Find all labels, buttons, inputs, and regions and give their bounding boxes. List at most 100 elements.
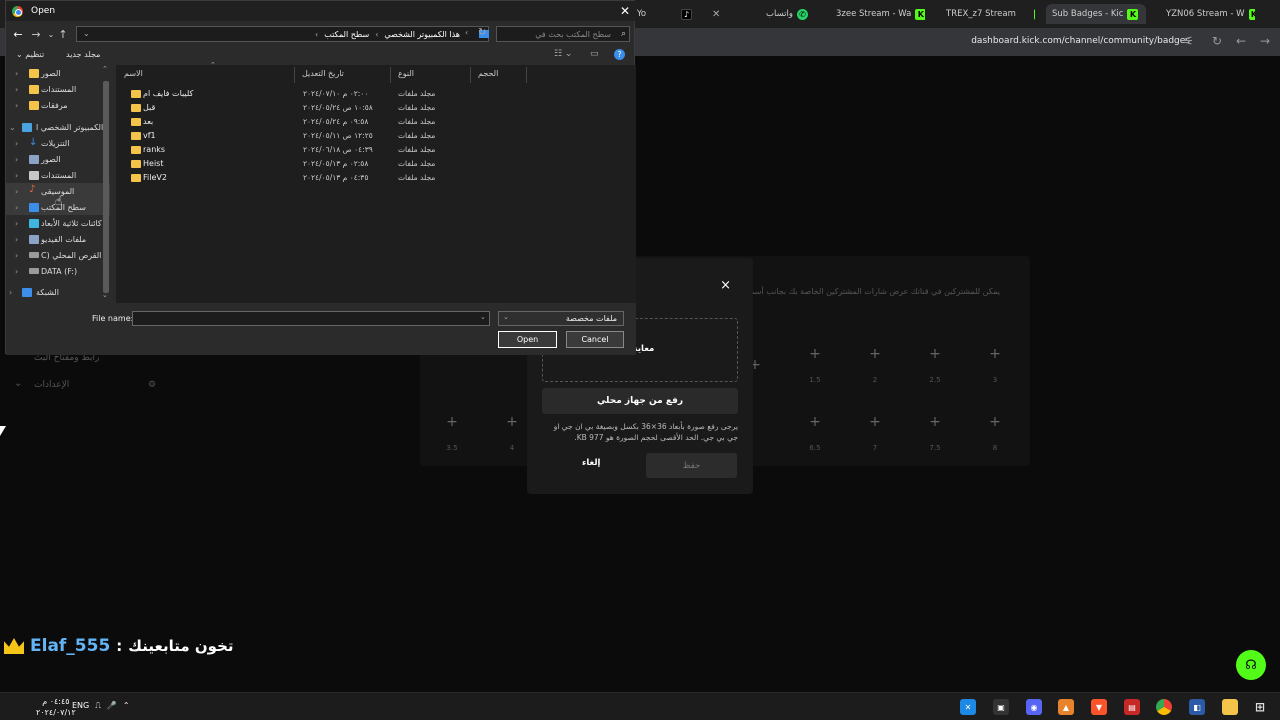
nav-item-documents-pc[interactable]: › المستندات xyxy=(6,167,110,183)
refresh-icon[interactable]: ↻ xyxy=(478,27,486,38)
chevron-right-icon[interactable]: › xyxy=(15,101,18,110)
discord-icon[interactable]: ◉ xyxy=(1026,699,1042,715)
windows-start-icon[interactable]: ⊞ xyxy=(1252,699,1268,715)
file-explorer-icon[interactable] xyxy=(1222,699,1238,715)
chrome-icon[interactable] xyxy=(1156,699,1172,715)
chevron-right-icon[interactable]: › xyxy=(15,267,18,276)
close-icon[interactable]: × xyxy=(720,278,731,293)
column-divider[interactable] xyxy=(294,67,295,83)
badge-slot[interactable]: +2 xyxy=(855,340,895,390)
brave-icon[interactable]: ▼ xyxy=(1091,699,1107,715)
chevron-right-icon[interactable]: › xyxy=(15,139,18,148)
file-row[interactable]: Heist ٠٢:٥٨ م ٢٠٢٤/٠٥/١٣ مجلد ملفات xyxy=(128,158,448,172)
help-icon[interactable]: ? xyxy=(614,49,625,60)
file-row[interactable]: ranks ٠٤:٣٩ ص ٢٠٢٤/٠٦/١٨ مجلد ملفات xyxy=(128,144,448,158)
sidebar-link-settings[interactable]: الإعدادات xyxy=(34,380,69,390)
chevron-right-icon[interactable]: › xyxy=(15,85,18,94)
close-icon[interactable]: ✕ xyxy=(712,9,720,20)
open-button[interactable]: Open xyxy=(498,331,557,348)
chevron-right-icon[interactable]: › xyxy=(15,251,18,260)
breadcrumb-this-pc[interactable]: هذا الكمبيوتر الشخصي xyxy=(384,30,460,39)
address-field[interactable]: ⌄ › هذا الكمبيوتر الشخصي › سطح المكتب › xyxy=(76,26,489,42)
browser-tab-3zee[interactable]: 3zee Stream - Wa K xyxy=(830,4,925,24)
app-icon[interactable]: ▲ xyxy=(1058,699,1074,715)
chevron-right-icon[interactable]: › xyxy=(15,203,18,212)
column-divider[interactable] xyxy=(470,67,471,83)
browser-tab-trex[interactable]: TREX_z7 Stream K xyxy=(940,4,1035,24)
network-icon[interactable]: ⎍ xyxy=(95,701,101,711)
badge-slot[interactable]: +1.5 xyxy=(795,340,835,390)
nav-item-local-disk-c[interactable]: › القرص المحلي (C xyxy=(6,247,110,263)
scroll-down-icon[interactable]: ⌄ xyxy=(102,291,108,299)
nav-item-videos[interactable]: › ملفات الفيديو xyxy=(6,231,110,247)
file-row[interactable]: vf1 ١٢:٢٥ ص ٢٠٢٤/٠٥/١١ مجلد ملفات xyxy=(128,130,448,144)
browser-tab-tiktok[interactable]: ✕ xyxy=(704,4,726,24)
nav-item-pictures[interactable]: › الصور xyxy=(6,65,110,81)
app-icon[interactable]: ▤ xyxy=(1124,699,1140,715)
breadcrumb-desktop[interactable]: سطح المكتب xyxy=(324,30,369,39)
chevron-down-icon[interactable]: ⌄ xyxy=(83,29,90,38)
chevron-up-icon[interactable]: ⌃ xyxy=(123,701,130,711)
column-header-name[interactable]: الاسم xyxy=(124,69,143,78)
search-input[interactable]: سطح المكتب بحث في xyxy=(496,26,630,42)
cancel-button[interactable]: Cancel xyxy=(566,331,624,348)
browser-tab-yzn06[interactable]: YZN06 Stream - W K xyxy=(1160,4,1255,24)
file-row[interactable]: بعد ٠٩:٥٨ م ٢٠٢٤/٠٥/٢٤ مجلد ملفات xyxy=(128,116,448,130)
column-divider[interactable] xyxy=(390,67,391,83)
file-row[interactable]: FileV2 ٠٤:٣٥ م ٢٠٢٤/٠٥/١٣ مجلد ملفات xyxy=(128,172,448,186)
nav-item-data-f[interactable]: › DATA (F:) xyxy=(6,263,110,279)
badge-slot[interactable]: +4 xyxy=(492,408,532,458)
column-header-date[interactable]: تاريخ التعديل xyxy=(302,69,344,78)
app-icon[interactable]: ▣ xyxy=(993,699,1009,715)
url-text[interactable]: dashboard.kick.com/channel/community/bad… xyxy=(971,36,1190,46)
badge-slot[interactable]: +6.5 xyxy=(795,408,835,458)
file-row[interactable]: كليبات فايف ام ٠٢:٠٠ م ٢٠٢٤/٠٧/١٠ مجلد م… xyxy=(128,88,448,102)
system-clock[interactable]: ٠٤:٤٥ م ٢٠٢٤/٠٧/١٢ xyxy=(36,696,76,718)
browser-tab-whatsapp[interactable]: واتساب ✆ xyxy=(760,4,820,24)
view-options-icon[interactable]: ☷ ⌄ xyxy=(554,49,572,59)
upload-local-button[interactable]: رفع من جهاز محلي xyxy=(542,388,738,414)
chevron-right-icon[interactable]: › xyxy=(15,235,18,244)
nav-item-pictures-pc[interactable]: › الصور xyxy=(6,151,110,167)
gear-icon[interactable]: ⚙ xyxy=(148,380,156,390)
close-icon[interactable]: ✕ xyxy=(620,4,630,18)
reload-icon[interactable]: ↻ xyxy=(1212,34,1222,48)
column-header-type[interactable]: النوع xyxy=(398,69,414,78)
support-chat-button[interactable]: ☊ xyxy=(1236,650,1266,680)
cancel-button[interactable]: إلغاء xyxy=(582,458,600,468)
language-indicator[interactable]: ENG xyxy=(72,701,89,711)
new-folder-button[interactable]: مجلد جديد xyxy=(66,50,100,59)
site-settings-icon[interactable]: ⚟ xyxy=(1183,34,1194,48)
badge-slot[interactable]: +2.5 xyxy=(915,340,955,390)
nav-item-network[interactable]: › الشبكة xyxy=(6,284,110,300)
chevron-right-icon[interactable]: › xyxy=(15,219,18,228)
file-name-input[interactable] xyxy=(132,311,490,326)
file-row[interactable]: قبل ١٠:٥٨ ص ٢٠٢٤/٠٥/٢٤ مجلد ملفات xyxy=(128,102,448,116)
forward-arrow-icon[interactable]: → xyxy=(27,28,45,41)
column-divider[interactable] xyxy=(526,67,527,83)
chevron-right-icon[interactable]: › xyxy=(15,155,18,164)
chevron-right-icon[interactable]: › xyxy=(15,69,18,78)
nav-item-documents[interactable]: › المستندات xyxy=(6,81,110,97)
chevron-down-icon[interactable]: ⌄ xyxy=(14,378,22,389)
organize-menu[interactable]: ⌄ تنظيم xyxy=(16,50,44,59)
nav-item-3d-objects[interactable]: › كائنات ثلاثية الأبعاد xyxy=(6,215,110,231)
app-icon[interactable]: ◧ xyxy=(1189,699,1205,715)
forward-icon[interactable]: → xyxy=(1260,34,1270,48)
vscode-icon[interactable]: ✕ xyxy=(960,699,976,715)
file-type-select[interactable]: ملفات مخصصة ⌄ xyxy=(498,311,624,326)
up-arrow-icon[interactable]: ↑ xyxy=(57,28,69,41)
nav-scrollbar[interactable]: ⌃ ⌄ xyxy=(102,65,110,299)
column-header-size[interactable]: الحجم xyxy=(478,69,498,78)
badge-slot[interactable]: +7 xyxy=(855,408,895,458)
browser-tab-sub-badges[interactable]: Sub Badges - Kic K xyxy=(1046,4,1146,24)
chevron-down-icon[interactable]: ⌄ xyxy=(9,123,16,132)
badge-slot[interactable]: +3.5 xyxy=(432,408,472,458)
back-arrow-icon[interactable]: ← xyxy=(9,28,27,41)
chevron-down-icon[interactable]: ⌄ xyxy=(480,313,486,321)
back-icon[interactable]: ← xyxy=(1236,34,1246,48)
save-button[interactable]: حفظ xyxy=(646,453,737,478)
scroll-up-icon[interactable]: ⌃ xyxy=(102,65,108,73)
chevron-right-icon[interactable]: › xyxy=(9,288,12,297)
recent-dropdown-icon[interactable]: ⌄ xyxy=(45,30,57,39)
